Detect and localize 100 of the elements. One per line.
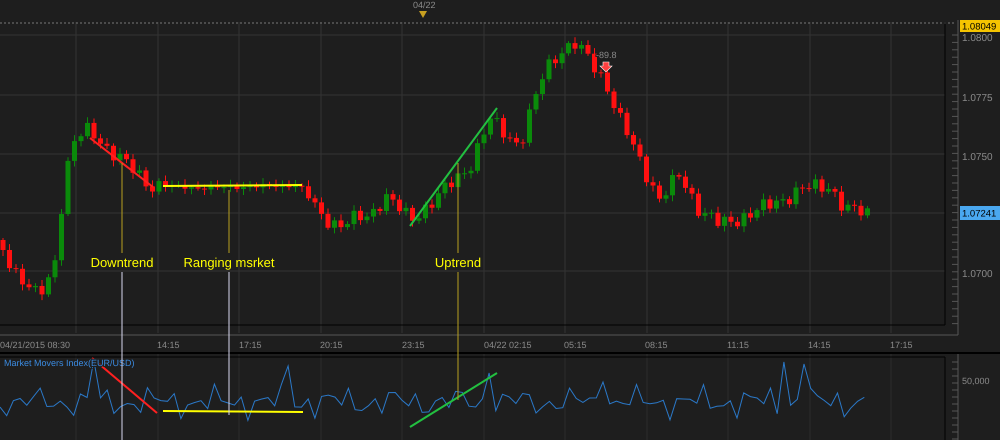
candle bbox=[267, 181, 272, 190]
candle bbox=[144, 166, 148, 192]
candle bbox=[800, 184, 805, 194]
candle bbox=[806, 182, 812, 192]
candle bbox=[254, 182, 259, 192]
candle bbox=[442, 178, 448, 200]
candle bbox=[514, 132, 519, 147]
candle bbox=[338, 214, 344, 233]
candle bbox=[137, 164, 142, 178]
candle bbox=[488, 116, 493, 140]
candle bbox=[865, 205, 870, 219]
indicator-axis-label: 50,000 bbox=[962, 376, 990, 386]
candle bbox=[650, 176, 656, 192]
candle bbox=[846, 200, 850, 214]
candle bbox=[540, 73, 545, 100]
time-axis-label: 04/22 02:15 bbox=[484, 340, 532, 350]
candle bbox=[14, 264, 18, 274]
candle bbox=[72, 134, 77, 167]
candle bbox=[46, 274, 51, 298]
candle bbox=[286, 180, 292, 191]
candle bbox=[560, 46, 564, 70]
candle bbox=[118, 147, 122, 166]
candle bbox=[716, 206, 720, 229]
candle bbox=[215, 180, 220, 190]
candle bbox=[631, 130, 636, 151]
candle bbox=[475, 138, 480, 174]
candle bbox=[196, 180, 200, 192]
candle bbox=[612, 88, 616, 114]
candle bbox=[98, 133, 103, 150]
candle bbox=[768, 194, 772, 214]
candle bbox=[371, 202, 376, 223]
last-price-tag: 1.07241 bbox=[960, 206, 1000, 220]
candle bbox=[813, 174, 818, 194]
candle bbox=[163, 175, 168, 192]
candle bbox=[189, 184, 194, 195]
annotation-label: Downtrend bbox=[90, 255, 154, 270]
candle bbox=[728, 210, 734, 228]
candle bbox=[735, 216, 740, 230]
candle bbox=[780, 193, 786, 208]
candle bbox=[7, 244, 12, 272]
candle bbox=[462, 167, 467, 180]
time-axis-label: 11:15 bbox=[727, 340, 749, 350]
candle bbox=[664, 190, 668, 204]
candle bbox=[644, 154, 649, 187]
time-axis-label: 14:15 bbox=[808, 340, 831, 350]
candle bbox=[182, 178, 188, 194]
candle bbox=[345, 220, 350, 230]
candle bbox=[787, 196, 792, 208]
candle bbox=[670, 168, 675, 202]
candle bbox=[390, 190, 396, 206]
candle bbox=[208, 180, 214, 196]
candle bbox=[423, 200, 428, 224]
candle bbox=[520, 138, 526, 150]
candle bbox=[858, 200, 864, 221]
candle bbox=[742, 208, 746, 233]
candle bbox=[826, 182, 831, 194]
price-axis-label: 1.0800 bbox=[962, 33, 993, 44]
candle bbox=[508, 132, 512, 143]
time-axis-label: 17:15 bbox=[890, 340, 913, 350]
candle bbox=[358, 206, 363, 226]
candle bbox=[228, 179, 233, 192]
candle bbox=[683, 170, 688, 194]
candle bbox=[482, 128, 486, 150]
annotation-label: Ranging msrket bbox=[183, 255, 275, 270]
time-axis-label: 20:15 bbox=[320, 340, 343, 350]
time-axis-label: 08:15 bbox=[645, 340, 668, 350]
candle bbox=[754, 208, 760, 222]
candle bbox=[326, 208, 330, 230]
candle bbox=[234, 182, 240, 193]
candle bbox=[33, 282, 38, 293]
candle bbox=[618, 102, 623, 118]
candle bbox=[579, 40, 584, 55]
candle bbox=[586, 40, 590, 56]
candle bbox=[78, 133, 84, 147]
triangle-marker-icon bbox=[419, 11, 427, 18]
candle bbox=[852, 200, 857, 212]
candle bbox=[124, 150, 129, 164]
candle bbox=[820, 175, 824, 198]
candle bbox=[59, 208, 64, 266]
candle bbox=[20, 264, 25, 291]
candle bbox=[104, 138, 110, 150]
candle bbox=[832, 186, 838, 198]
candle bbox=[222, 184, 226, 194]
candle bbox=[598, 68, 604, 78]
candle bbox=[572, 36, 578, 54]
candle bbox=[794, 181, 798, 210]
candle bbox=[696, 188, 701, 219]
candle bbox=[319, 196, 324, 220]
candle bbox=[26, 278, 32, 291]
leader-line bbox=[228, 190, 230, 254]
candle bbox=[111, 142, 116, 167]
price-axis-label: 1.0750 bbox=[962, 152, 993, 163]
time-axis-label: 23:15 bbox=[402, 340, 425, 350]
candle bbox=[176, 180, 181, 188]
candle bbox=[85, 116, 90, 140]
candle bbox=[624, 107, 630, 139]
candle bbox=[657, 180, 662, 203]
candle bbox=[468, 166, 474, 179]
candle bbox=[397, 194, 402, 216]
candle bbox=[546, 54, 552, 83]
